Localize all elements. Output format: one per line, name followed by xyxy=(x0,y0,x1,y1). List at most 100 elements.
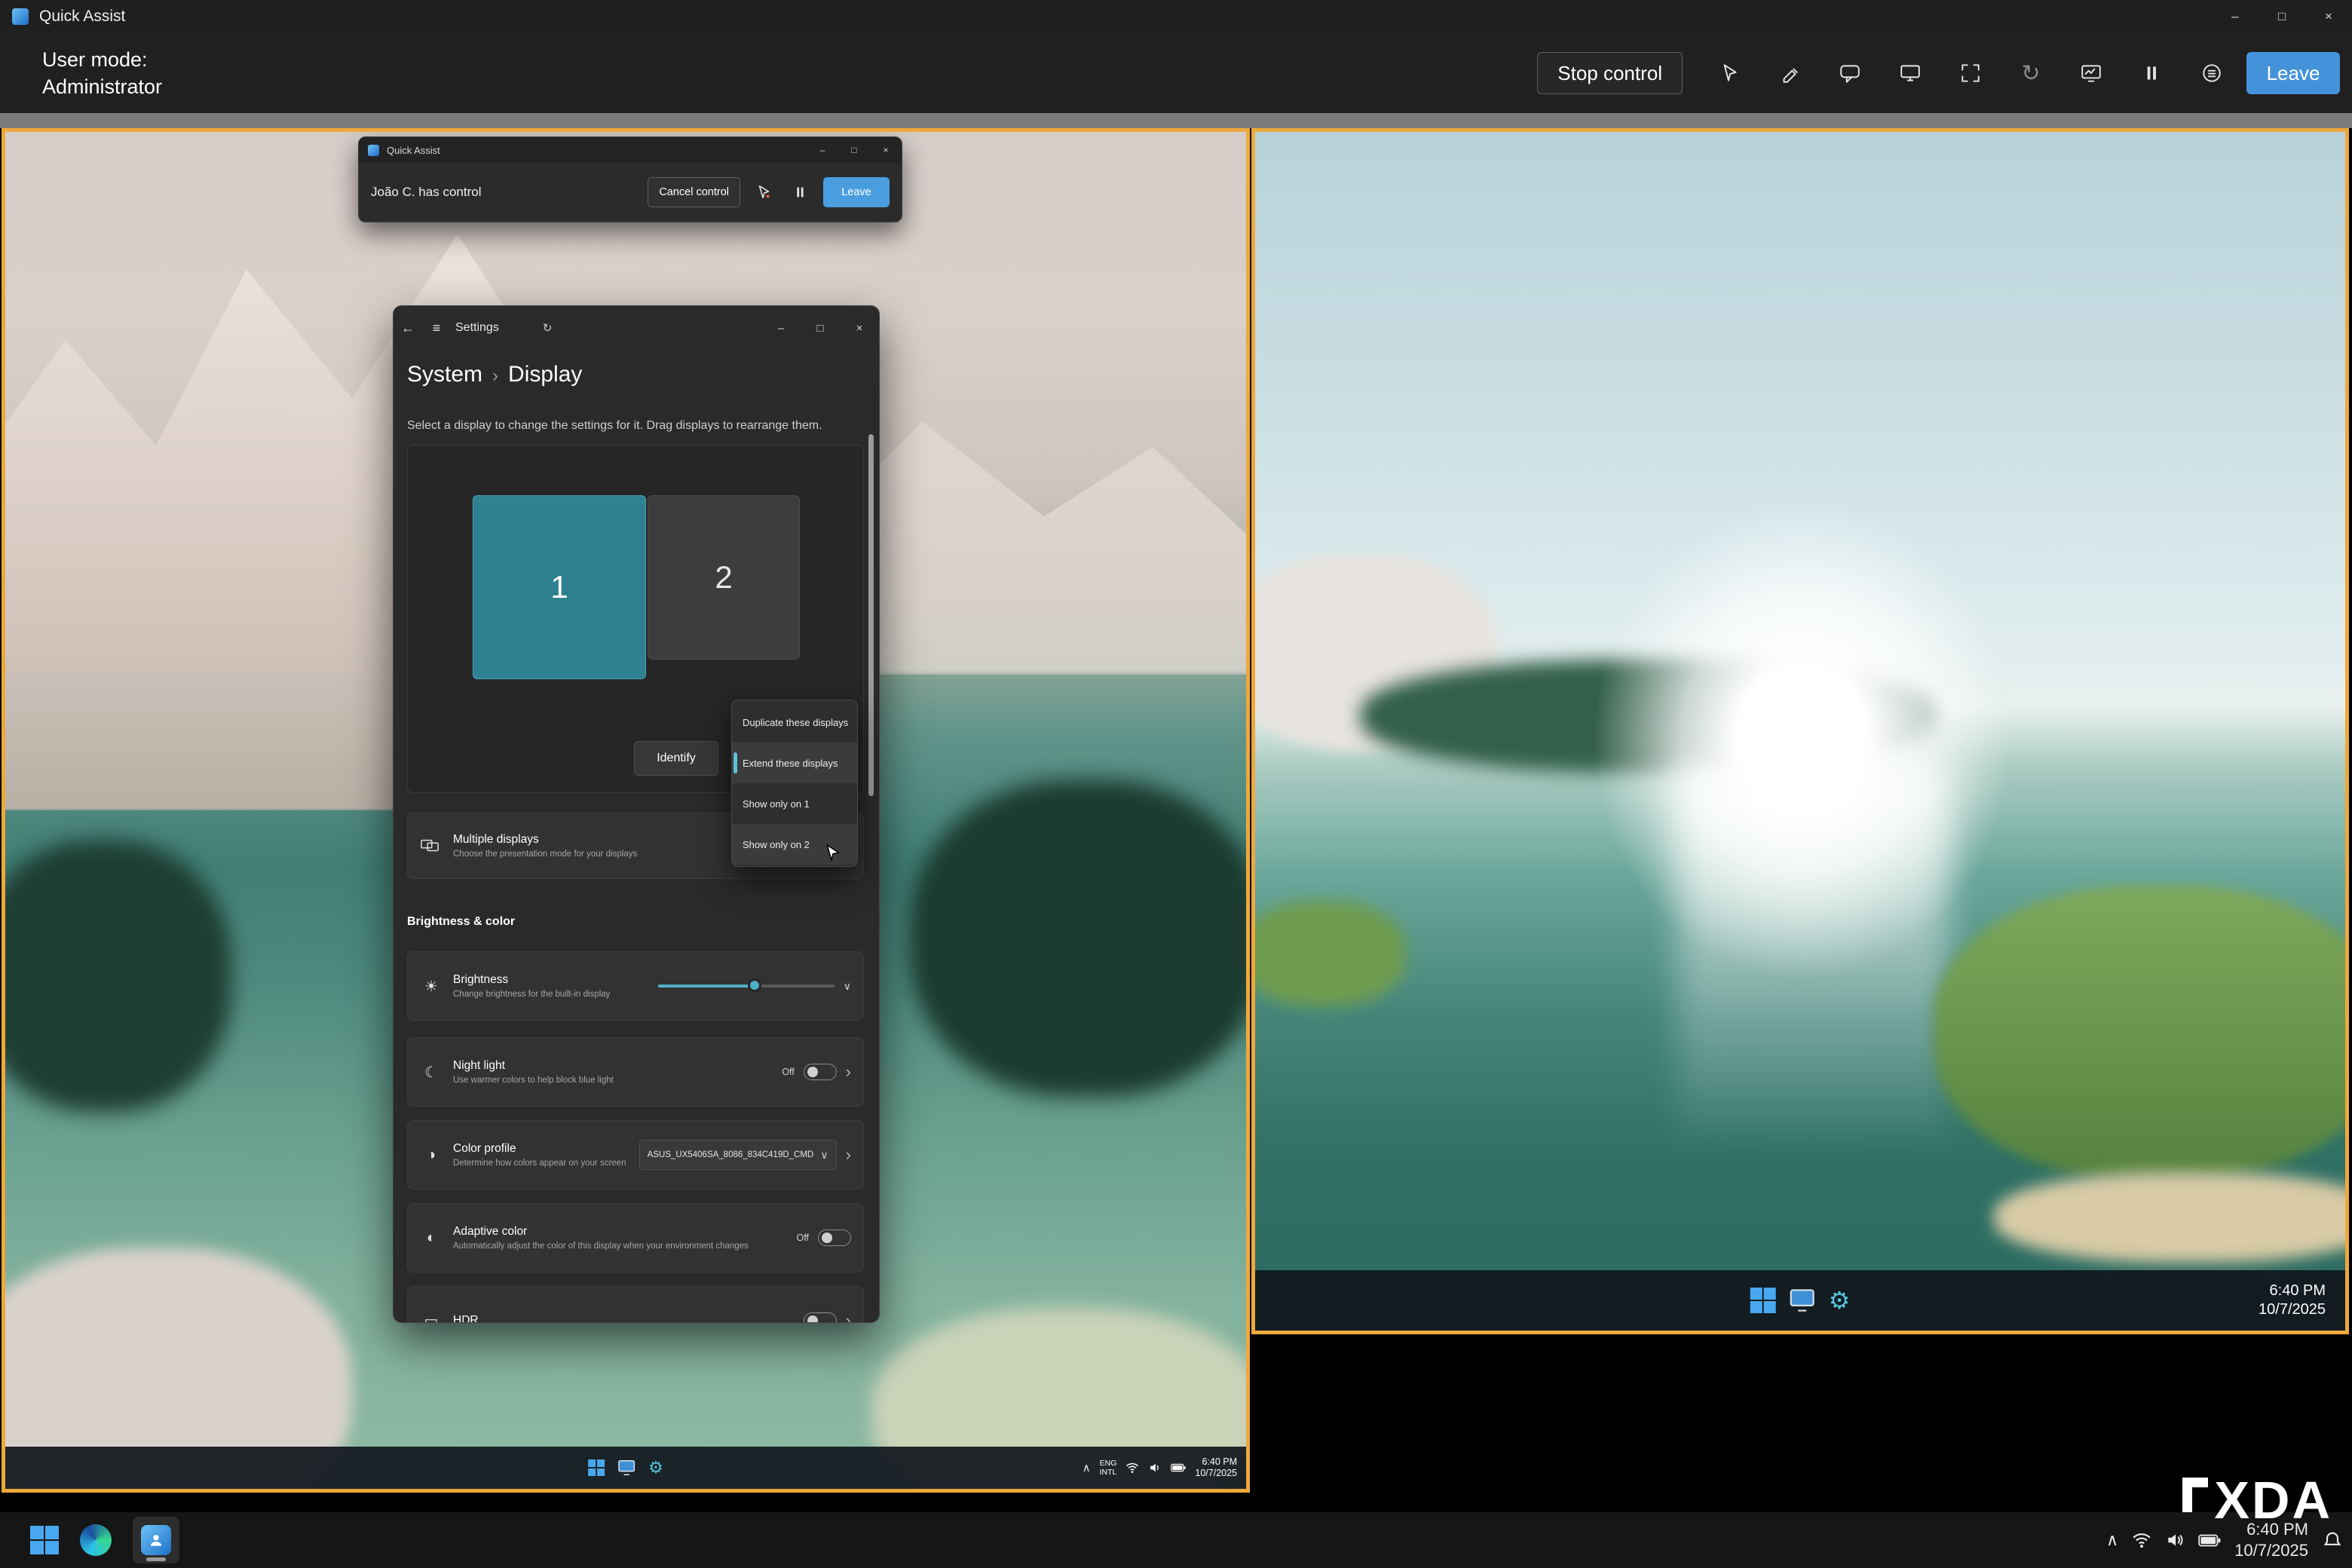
remote-taskbar-2: ⚙ 6:40 PM 10/7/2025 xyxy=(1255,1270,2345,1331)
lang-line1: ENG xyxy=(1100,1459,1117,1468)
toggle-knob xyxy=(807,1067,818,1077)
leave-button[interactable]: Leave xyxy=(823,177,890,207)
laser-pointer-icon xyxy=(1718,62,1741,84)
restore-button[interactable]: □ xyxy=(801,306,840,350)
row-controls: ∨ xyxy=(658,980,851,993)
row-title: Night light xyxy=(453,1059,771,1073)
minimize-button[interactable]: – xyxy=(761,306,801,350)
taskbar-clock[interactable]: 6:40 PM 10/7/2025 xyxy=(1195,1456,1237,1479)
display-app-icon[interactable] xyxy=(617,1458,636,1478)
start-button[interactable] xyxy=(588,1459,605,1476)
display-app-icon[interactable] xyxy=(1788,1286,1817,1315)
fullscreen-button[interactable] xyxy=(1945,52,1996,94)
slider-thumb[interactable] xyxy=(748,978,761,992)
display-1-rect[interactable]: 1 xyxy=(473,495,646,679)
night-light-row[interactable]: ☾ Night light Use warmer colors to help … xyxy=(407,1037,864,1107)
row-controls: Off › xyxy=(782,1062,851,1082)
notification-bell-icon[interactable] xyxy=(2322,1530,2343,1551)
minimize-button[interactable]: – xyxy=(2212,0,2259,33)
back-icon[interactable]: ← xyxy=(394,320,422,336)
session-menu-button[interactable] xyxy=(2186,52,2237,94)
sun-reflection-shape xyxy=(1677,765,1949,1157)
mini-titlebar[interactable]: Quick Assist – □ × xyxy=(359,137,902,163)
select-value: ASUS_UX5406SA_8086_834C419D_CMDEF xyxy=(648,1150,815,1159)
volume-icon[interactable] xyxy=(2165,1530,2185,1550)
chevron-right-icon[interactable]: › xyxy=(846,1145,851,1165)
toggle-knob xyxy=(807,1315,818,1323)
row-text: HDR xyxy=(453,1314,793,1323)
battery-icon[interactable] xyxy=(1171,1463,1186,1472)
adaptive-color-toggle[interactable] xyxy=(818,1230,851,1246)
night-light-toggle[interactable] xyxy=(804,1064,837,1080)
hdr-row[interactable]: ▭ HDR › xyxy=(407,1286,864,1323)
breadcrumb-separator: › xyxy=(492,366,498,387)
tray-chevron-icon[interactable]: ∧ xyxy=(2106,1530,2118,1550)
tray-time: 6:40 PM xyxy=(1195,1456,1237,1468)
quick-assist-gear-icon[interactable]: ⚙ xyxy=(648,1458,663,1478)
close-button[interactable]: × xyxy=(2305,0,2352,33)
quick-assist-taskbar-button[interactable] xyxy=(133,1517,179,1563)
chevron-down-icon[interactable]: ∨ xyxy=(844,980,851,993)
grass-bank-shape xyxy=(1255,901,1406,1006)
menu-item-duplicate[interactable]: Duplicate these displays xyxy=(732,702,857,743)
trees-shape xyxy=(910,780,1246,1097)
minimize-button[interactable]: – xyxy=(807,137,838,163)
laser-pointer-button[interactable] xyxy=(1704,52,1755,94)
close-button[interactable]: × xyxy=(840,306,879,350)
hdr-toggle[interactable] xyxy=(804,1312,837,1323)
pause-icon xyxy=(792,184,808,201)
start-button[interactable] xyxy=(30,1526,59,1554)
brightness-row[interactable]: ☀ Brightness Change brightness for the b… xyxy=(407,951,864,1021)
pause-button[interactable] xyxy=(787,179,813,205)
nav-menu-icon[interactable]: ≡ xyxy=(422,320,451,336)
monitor-select-button[interactable] xyxy=(1885,52,1936,94)
laser-pointer-button[interactable] xyxy=(751,179,776,205)
window-controls: – □ × xyxy=(2212,0,2352,33)
cancel-control-button[interactable]: Cancel control xyxy=(648,177,740,207)
stop-control-button[interactable]: Stop control xyxy=(1537,52,1683,94)
battery-icon[interactable] xyxy=(2198,1534,2221,1547)
language-indicator[interactable]: ENG INTL xyxy=(1100,1459,1117,1477)
pause-button[interactable] xyxy=(2126,52,2177,94)
edge-browser-icon[interactable] xyxy=(80,1524,112,1556)
identify-button[interactable]: Identify xyxy=(634,741,718,776)
task-manager-button[interactable] xyxy=(2066,52,2117,94)
trees-shape xyxy=(5,841,231,1112)
menu-item-extend[interactable]: Extend these displays xyxy=(732,743,857,783)
wifi-icon[interactable] xyxy=(2132,1530,2151,1550)
display-2-rect[interactable]: 2 xyxy=(648,495,800,660)
breadcrumb-system[interactable]: System xyxy=(407,362,482,387)
lang-line2: INTL xyxy=(1100,1468,1117,1477)
restart-button[interactable]: ↻ xyxy=(2005,52,2056,94)
restore-button[interactable]: □ xyxy=(2259,0,2305,33)
menu-item-label: Show only on 1 xyxy=(743,798,810,810)
annotate-button[interactable] xyxy=(1764,52,1815,94)
color-profile-select[interactable]: ASUS_UX5406SA_8086_834C419D_CMDEF ∨ xyxy=(639,1140,837,1170)
user-mode-value: Administrator xyxy=(42,73,162,100)
chevron-right-icon[interactable]: › xyxy=(846,1311,851,1323)
remote-taskbar-1: ⚙ ∧ ENG INTL 6:40 PM 10/7/2025 xyxy=(5,1447,1246,1489)
close-button[interactable]: × xyxy=(870,137,902,163)
breadcrumb: System › Display xyxy=(407,362,582,387)
color-profile-row[interactable]: ◑ Color profile Determine how colors app… xyxy=(407,1120,864,1190)
quick-assist-gear-icon[interactable]: ⚙ xyxy=(1829,1286,1851,1315)
menu-item-show-only-1[interactable]: Show only on 1 xyxy=(732,783,857,824)
grass-bank-shape xyxy=(1934,886,2345,1180)
settings-titlebar[interactable]: ← ≡ Settings ↻ – □ × xyxy=(394,306,879,350)
wifi-icon[interactable] xyxy=(1125,1461,1139,1475)
brightness-slider[interactable] xyxy=(658,985,835,988)
row-controls: › xyxy=(804,1311,851,1323)
restore-button[interactable]: □ xyxy=(838,137,870,163)
fullscreen-icon xyxy=(1959,62,1982,84)
start-button[interactable] xyxy=(1750,1288,1776,1313)
tray-chevron-icon[interactable]: ∧ xyxy=(1083,1461,1091,1475)
adaptive-color-row[interactable]: ◐ Adaptive color Automatically adjust th… xyxy=(407,1203,864,1272)
taskbar-clock[interactable]: 6:40 PM 10/7/2025 xyxy=(2259,1282,2336,1319)
chat-button[interactable] xyxy=(1824,52,1876,94)
volume-icon[interactable] xyxy=(1148,1461,1162,1475)
quick-assist-app-icon xyxy=(368,145,379,156)
leave-button[interactable]: Leave xyxy=(2246,52,2340,94)
settings-scrollbar[interactable] xyxy=(868,434,874,796)
quick-assist-app: Quick Assist – □ × User mode: Administra… xyxy=(0,0,2352,1568)
chevron-right-icon[interactable]: › xyxy=(846,1062,851,1082)
